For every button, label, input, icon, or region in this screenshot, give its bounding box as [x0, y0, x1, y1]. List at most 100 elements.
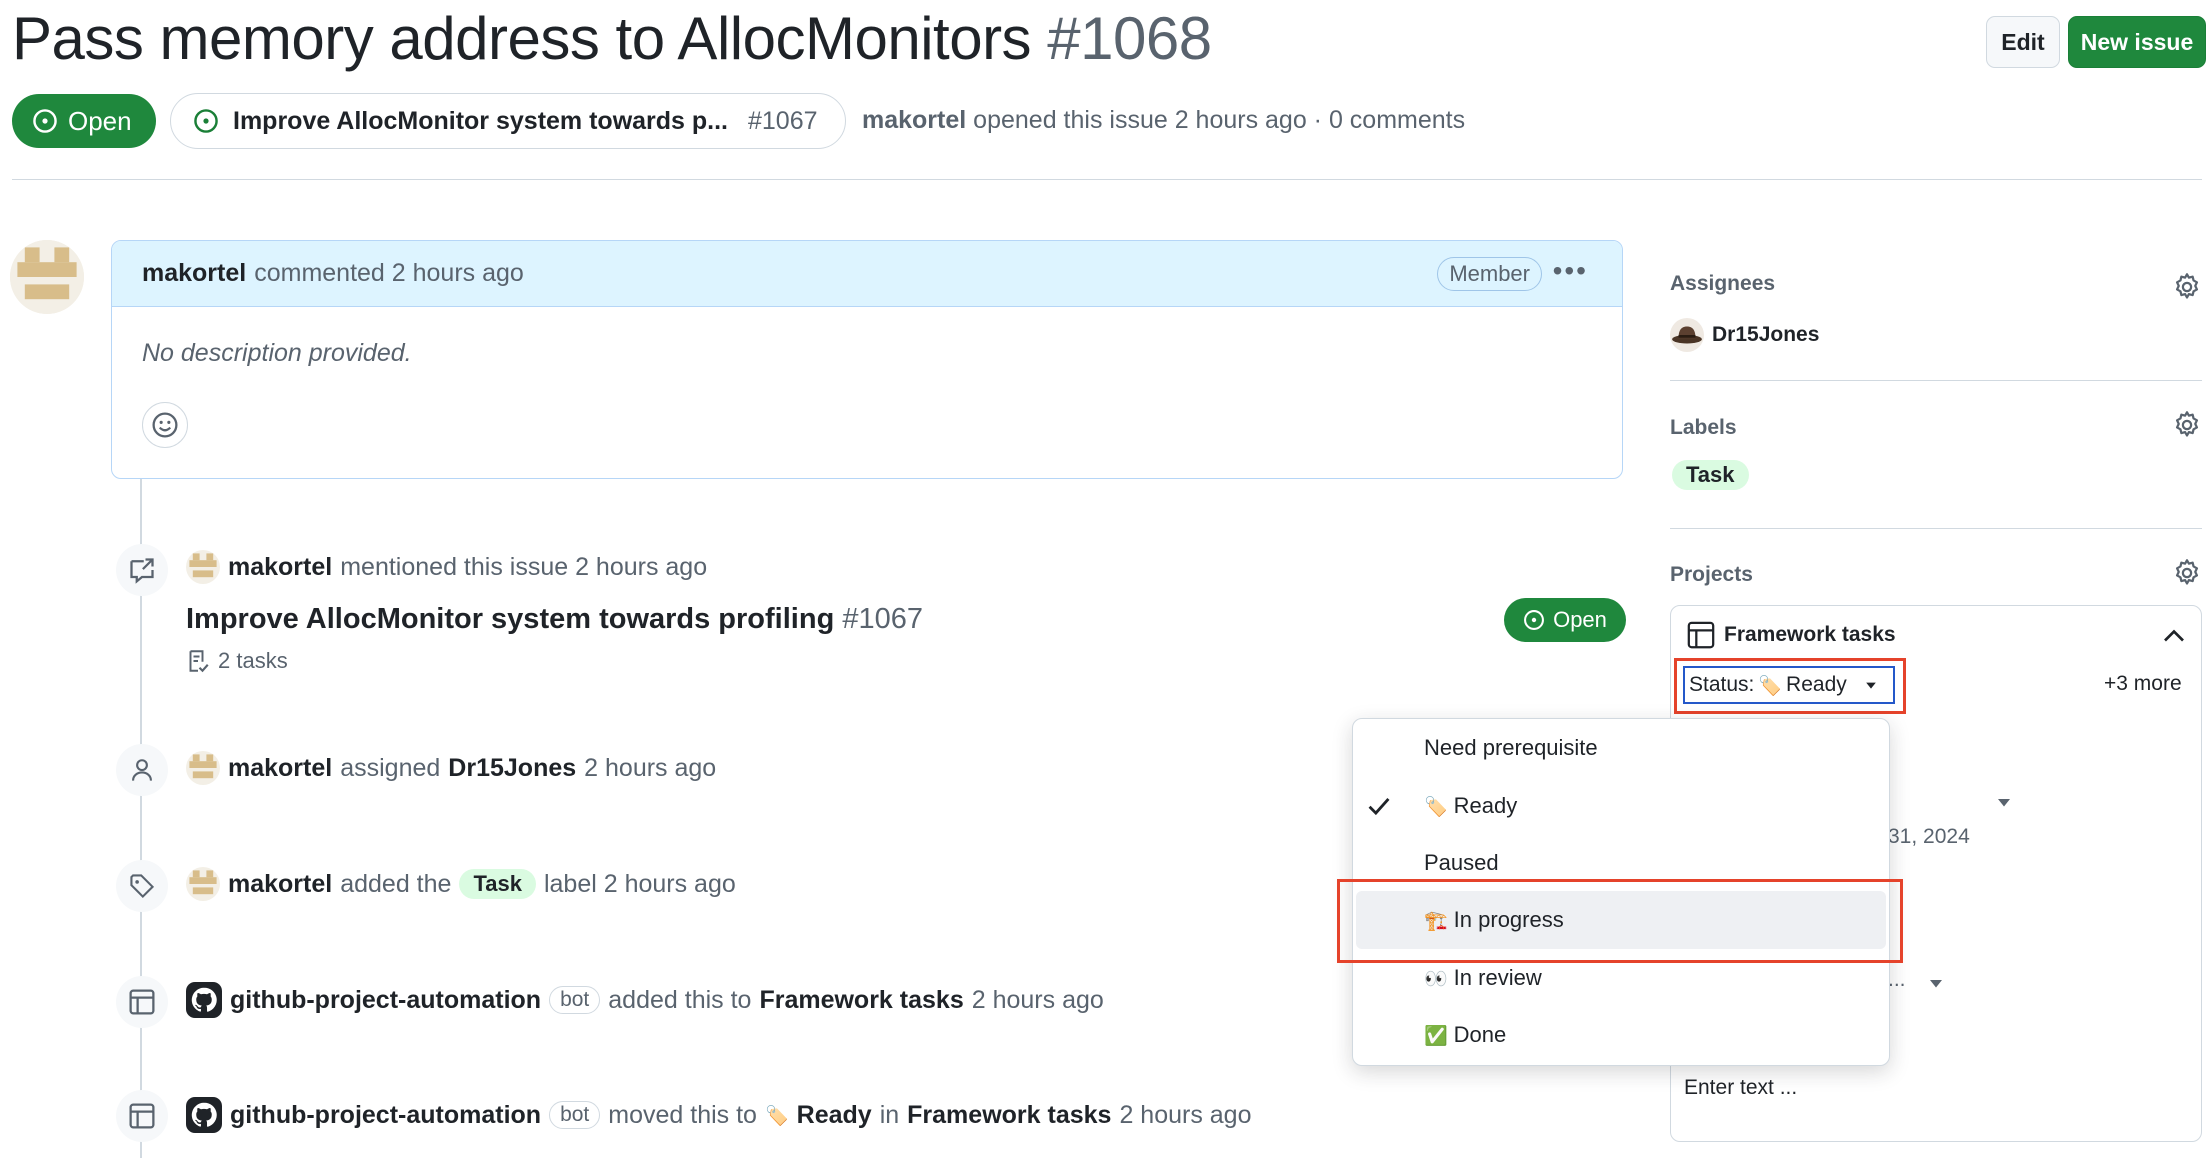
- comment-options-icon[interactable]: •••: [1553, 255, 1588, 287]
- bot-badge: bot: [549, 1101, 601, 1129]
- referenced-issue-tasks: 2 tasks: [186, 648, 288, 674]
- event-in: in: [879, 1100, 900, 1129]
- event-project[interactable]: Framework tasks: [907, 1101, 1111, 1130]
- assignee-item[interactable]: Dr15Jones: [1670, 318, 1819, 352]
- status-option-label: In review: [1453, 965, 1542, 990]
- avatar: [1670, 318, 1704, 352]
- status-value: Ready: [1786, 673, 1847, 696]
- comment-author[interactable]: makortel: [142, 259, 246, 288]
- avatar[interactable]: [186, 867, 220, 901]
- sidebar-divider: [1670, 528, 2202, 529]
- label-chip[interactable]: Task: [459, 869, 536, 899]
- status-field-button[interactable]: Status: 🏷️ Ready: [1683, 666, 1895, 704]
- field-value-truncated[interactable]: ...: [1888, 968, 1906, 992]
- referenced-issue-number: #1067: [842, 603, 923, 635]
- avatar[interactable]: [186, 550, 220, 584]
- event-actor[interactable]: github-project-automation: [230, 1101, 541, 1130]
- event-suffix: label 2 hours ago: [543, 869, 736, 898]
- option-highlight-box: [1337, 879, 1903, 963]
- gear-icon[interactable]: [2172, 558, 2202, 588]
- sidebar-label-chip[interactable]: Task: [1672, 460, 1749, 490]
- event-verb: assigned: [340, 753, 441, 782]
- caret-down-icon[interactable]: [1928, 977, 1944, 989]
- timeline-badge: [116, 744, 168, 796]
- event-actor[interactable]: makortel: [228, 553, 332, 582]
- issue-comment: makortel commented 2 hours ago Member ••…: [111, 240, 1623, 479]
- header-divider: [12, 179, 2202, 180]
- identicon-avatar: [10, 240, 84, 314]
- status-option-emoji: ✅: [1424, 1024, 1448, 1047]
- issue-state-badge: Open: [12, 94, 156, 148]
- status-option-need-prerequisite[interactable]: Need prerequisite: [1424, 735, 1598, 761]
- table-icon: [1687, 621, 1715, 649]
- event-time[interactable]: 2 hours ago: [1119, 1101, 1251, 1130]
- event-verb: added this to: [608, 985, 752, 1014]
- issue-author-link[interactable]: makortel: [862, 106, 966, 134]
- issue-number: #1068: [1047, 5, 1212, 72]
- status-option-emoji: 🏷️: [1424, 795, 1448, 818]
- status-option-in-review[interactable]: 👀 In review: [1424, 965, 1542, 991]
- event-time[interactable]: 2 hours ago: [972, 986, 1104, 1015]
- timeline-event-label: makortel added the Task label 2 hours ag…: [186, 867, 736, 901]
- status-option-emoji: 👀: [1424, 967, 1448, 990]
- status-option-done[interactable]: ✅ Done: [1424, 1022, 1506, 1048]
- status-option-ready[interactable]: 🏷️ Ready: [1424, 793, 1517, 819]
- referenced-issue-title[interactable]: Improve AllocMonitor system towards prof…: [186, 603, 923, 636]
- caret-down-icon: [1865, 682, 1876, 689]
- avatar[interactable]: [10, 240, 84, 314]
- gear-icon[interactable]: [2172, 410, 2202, 440]
- issue-open-icon: [194, 109, 218, 133]
- assignee-name[interactable]: Dr15Jones: [1712, 323, 1819, 347]
- comment-header: makortel commented 2 hours ago Member ••…: [112, 241, 1622, 307]
- caret-down-icon[interactable]: [1996, 796, 2012, 808]
- event-actor[interactable]: github-project-automation: [230, 986, 541, 1015]
- github-mark-icon[interactable]: [186, 1097, 222, 1133]
- project-card-header[interactable]: Framework tasks: [1686, 620, 1896, 650]
- comment-time[interactable]: commented 2 hours ago: [254, 259, 524, 288]
- checklist-icon: [189, 650, 209, 673]
- event-status: Ready: [796, 1100, 872, 1129]
- event-target[interactable]: Dr15Jones: [448, 754, 576, 783]
- table-icon: [129, 989, 155, 1015]
- edit-button[interactable]: Edit: [1986, 16, 2060, 68]
- projects-heading: Projects: [1670, 563, 1753, 586]
- event-verb: added the: [340, 869, 452, 898]
- smiley-icon: [152, 412, 178, 438]
- event-project[interactable]: Framework tasks: [759, 986, 963, 1015]
- new-issue-button[interactable]: New issue: [2068, 16, 2206, 68]
- status-emoji: 🏷️: [764, 1104, 789, 1127]
- gear-icon[interactable]: [2172, 272, 2202, 302]
- project-name[interactable]: Framework tasks: [1724, 623, 1896, 647]
- event-actor[interactable]: makortel: [228, 870, 332, 899]
- timeline-badge: [116, 544, 168, 596]
- cross-reference-icon: [130, 558, 154, 584]
- labels-heading: Labels: [1670, 416, 1737, 439]
- bot-badge: bot: [549, 986, 601, 1014]
- status-prefix: Status:: [1689, 673, 1755, 696]
- tasks-count: 2 tasks: [218, 648, 288, 673]
- check-icon: [1368, 797, 1390, 816]
- chevron-up-icon[interactable]: [2162, 626, 2186, 646]
- status-option-label: Paused: [1424, 850, 1499, 875]
- event-actor[interactable]: makortel: [228, 754, 332, 783]
- member-badge: Member: [1437, 257, 1542, 291]
- event-time[interactable]: 2 hours ago: [584, 754, 716, 783]
- issue-meta: makortel opened this issue 2 hours ago ·…: [862, 106, 1465, 135]
- github-mark-icon[interactable]: [186, 982, 222, 1018]
- issue-state-label: Open: [68, 105, 132, 136]
- add-reaction-button[interactable]: [142, 402, 188, 448]
- parent-issue-chip[interactable]: Improve AllocMonitor system towards p...…: [170, 93, 846, 149]
- event-verb: moved this to: [608, 1100, 757, 1129]
- avatar[interactable]: [186, 751, 220, 785]
- comment-body: No description provided.: [142, 339, 412, 367]
- text-field-placeholder[interactable]: Enter text ...: [1684, 1076, 1797, 1100]
- status-option-paused[interactable]: Paused: [1424, 850, 1499, 876]
- more-fields-link[interactable]: +3 more: [2104, 672, 2182, 696]
- sidebar-divider: [1670, 380, 2202, 381]
- date-field-value[interactable]: 31, 2024: [1888, 825, 1970, 849]
- referenced-issue-title-text[interactable]: Improve AllocMonitor system towards prof…: [186, 603, 834, 635]
- referenced-issue-state: Open: [1553, 607, 1607, 632]
- status-emoji: 🏷️: [1758, 674, 1783, 697]
- status-option-label: Ready: [1453, 793, 1518, 818]
- table-icon: [129, 1103, 155, 1129]
